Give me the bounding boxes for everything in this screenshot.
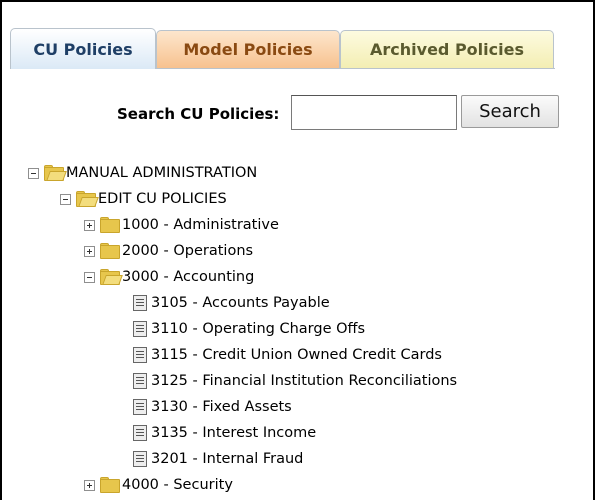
tree-node-label: 3130 - Fixed Assets — [151, 399, 292, 415]
document-icon — [132, 373, 148, 389]
expand-icon[interactable] — [84, 245, 95, 257]
document-icon — [132, 425, 148, 441]
tree-node-label: 3201 - Internal Fraud — [151, 451, 304, 467]
tree-node-label: 4000 - Security — [122, 477, 233, 493]
tree-node-document[interactable]: 3125 - Financial Institution Reconciliat… — [132, 370, 457, 392]
folder-icon — [99, 477, 121, 493]
document-icon — [132, 321, 148, 337]
tab-model-policies[interactable]: Model Policies — [156, 30, 340, 68]
policy-panel: CU Policies Model Policies Archived Poli… — [0, 0, 595, 500]
folder-icon — [99, 243, 121, 259]
tree-node-label: MANUAL ADMINISTRATION — [66, 165, 258, 181]
tree-node-label: 3115 - Credit Union Owned Credit Cards — [151, 347, 442, 363]
expand-icon[interactable] — [84, 219, 95, 231]
open-folder-icon — [43, 165, 67, 181]
tree-node-folder[interactable]: 4000 - Security — [84, 474, 233, 496]
tree-node-edit-cu-policies[interactable]: EDIT CU POLICIES — [60, 188, 227, 210]
tab-archived-policies[interactable]: Archived Policies — [340, 30, 554, 68]
tree-node-document[interactable]: 3115 - Credit Union Owned Credit Cards — [132, 344, 442, 366]
collapse-icon[interactable] — [60, 193, 71, 205]
search-row: Search CU Policies: Search — [2, 95, 597, 131]
tree-node-label: 1000 - Administrative — [122, 217, 279, 233]
tree-node-label: 3135 - Interest Income — [151, 425, 317, 441]
collapse-icon[interactable] — [28, 167, 39, 179]
tree-node-document[interactable]: 3201 - Internal Fraud — [132, 448, 303, 470]
document-icon — [132, 451, 148, 467]
tree-node-label: EDIT CU POLICIES — [98, 191, 227, 207]
tree-node-folder[interactable]: 1000 - Administrative — [84, 214, 279, 236]
search-button[interactable]: Search — [461, 95, 559, 128]
tab-cu-policies[interactable]: CU Policies — [10, 28, 156, 69]
tree-node-document[interactable]: 3110 - Operating Charge Offs — [132, 318, 365, 340]
tree-node-folder[interactable]: 2000 - Operations — [84, 240, 253, 262]
tree-node-label: 3105 - Accounts Payable — [151, 295, 330, 311]
open-folder-icon — [99, 269, 123, 285]
collapse-icon[interactable] — [84, 271, 95, 283]
document-icon — [132, 347, 148, 363]
tree-node-folder[interactable]: 3000 - Accounting — [84, 266, 254, 288]
expand-icon[interactable] — [84, 479, 95, 491]
document-icon — [132, 399, 148, 415]
tree-node-label: 2000 - Operations — [122, 243, 254, 259]
folder-icon — [99, 217, 121, 233]
tab-bar: CU Policies Model Policies Archived Poli… — [10, 28, 593, 69]
tree-node-label: 3110 - Operating Charge Offs — [151, 321, 366, 337]
tree-node-manual-administration[interactable]: MANUAL ADMINISTRATION — [28, 162, 257, 184]
tree-node-label: 3000 - Accounting — [122, 269, 255, 285]
tree-node-document[interactable]: 3105 - Accounts Payable — [132, 292, 330, 314]
search-input[interactable] — [291, 95, 457, 130]
search-label: Search CU Policies: — [117, 105, 280, 123]
tree-node-document[interactable]: 3135 - Interest Income — [132, 422, 316, 444]
document-icon — [132, 295, 148, 311]
tree-node-label: 3125 - Financial Institution Reconciliat… — [151, 373, 458, 389]
open-folder-icon — [75, 191, 99, 207]
tree-node-document[interactable]: 3130 - Fixed Assets — [132, 396, 292, 418]
